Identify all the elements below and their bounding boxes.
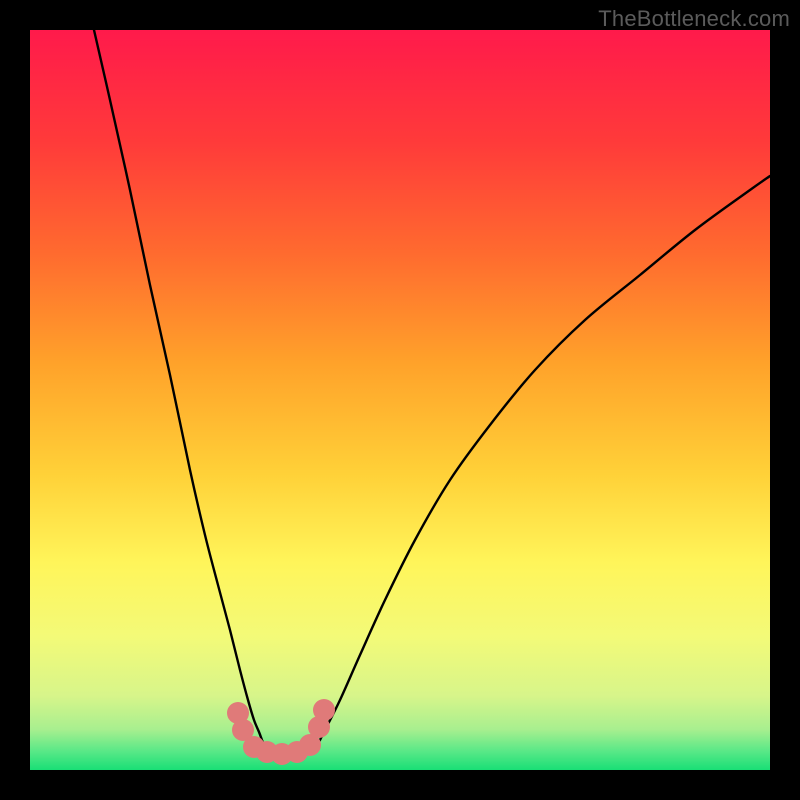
plot-area [30, 30, 770, 770]
chart-svg [30, 30, 770, 770]
dip-marker [313, 699, 335, 721]
chart-frame: TheBottleneck.com [0, 0, 800, 800]
watermark-text: TheBottleneck.com [598, 6, 790, 32]
gradient-background [30, 30, 770, 770]
